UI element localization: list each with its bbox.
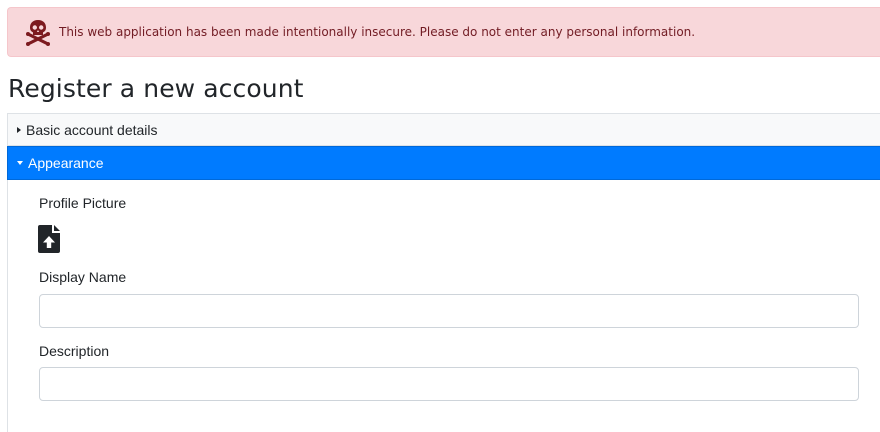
caret-right-icon [17,126,21,133]
description-input[interactable] [39,367,859,401]
file-upload-icon[interactable] [38,225,60,253]
display-name-input[interactable] [39,294,859,328]
section-label-basic: Basic account details [26,121,158,138]
section-header-appearance[interactable]: Appearance [7,146,880,180]
display-name-label: Display Name [39,269,127,285]
section-header-basic-account-details[interactable]: Basic account details [7,113,880,146]
appearance-section-body: Profile Picture Display Name Description [7,180,880,432]
security-warning-banner: This web application has been made inten… [7,7,880,57]
register-page: This web application has been made inten… [0,0,880,432]
banner-message: This web application has been made inten… [59,25,696,39]
page-title: Register a new account [8,74,304,103]
section-label-appearance: Appearance [28,155,104,171]
description-label: Description [39,343,110,359]
caret-down-icon [17,161,23,165]
profile-picture-label: Profile Picture [39,195,127,211]
skull-crossbones-icon [26,20,50,46]
